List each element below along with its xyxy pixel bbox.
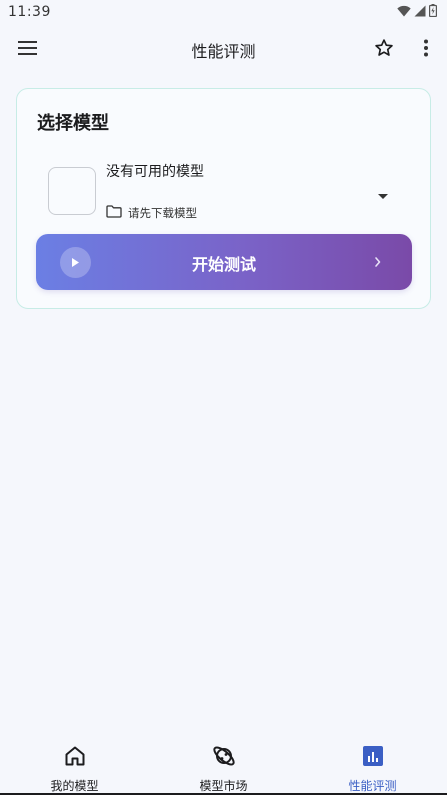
folder-icon [106, 203, 122, 222]
screen: 11:39 性能评测 选择模型 没有可用的模型 请先下载模型 开始测试 我的模型… [0, 0, 447, 795]
dropdown-arrow-icon[interactable] [377, 185, 391, 199]
start-test-label: 开始测试 [191, 255, 256, 274]
battery-icon [429, 4, 437, 17]
bar-chart-icon [361, 744, 385, 768]
model-select-card: 选择模型 没有可用的模型 请先下载模型 开始测试 [16, 88, 431, 309]
favorite-button[interactable] [372, 36, 396, 60]
bottom-navigation: 我的模型 模型市场 性能评测 [0, 733, 447, 795]
model-hint: 请先下载模型 [106, 203, 197, 222]
home-icon [63, 744, 87, 768]
nav-item-my-models[interactable]: 我的模型 [0, 733, 149, 795]
model-hint-text: 请先下载模型 [128, 205, 197, 220]
nav-label: 性能评测 [348, 779, 397, 793]
model-thumbnail [48, 167, 96, 215]
status-time: 11:39 [8, 4, 51, 20]
nav-label: 我的模型 [50, 779, 99, 793]
start-test-button[interactable]: 开始测试 [36, 234, 412, 290]
status-bar: 11:39 [0, 0, 447, 24]
nav-label: 模型市场 [199, 779, 248, 793]
model-name: 没有可用的模型 [106, 164, 204, 180]
cellular-signal-icon [414, 5, 426, 17]
app-bar: 性能评测 [0, 24, 447, 72]
model-selector[interactable]: 没有可用的模型 请先下载模型 [17, 159, 430, 223]
nav-item-performance[interactable]: 性能评测 [298, 733, 447, 795]
chevron-right-icon [374, 254, 382, 273]
more-options-button[interactable] [414, 36, 438, 60]
card-title: 选择模型 [37, 113, 109, 134]
planet-icon [212, 744, 236, 768]
nav-item-model-market[interactable]: 模型市场 [149, 733, 298, 795]
wifi-icon [397, 5, 411, 17]
status-icons [397, 4, 437, 17]
